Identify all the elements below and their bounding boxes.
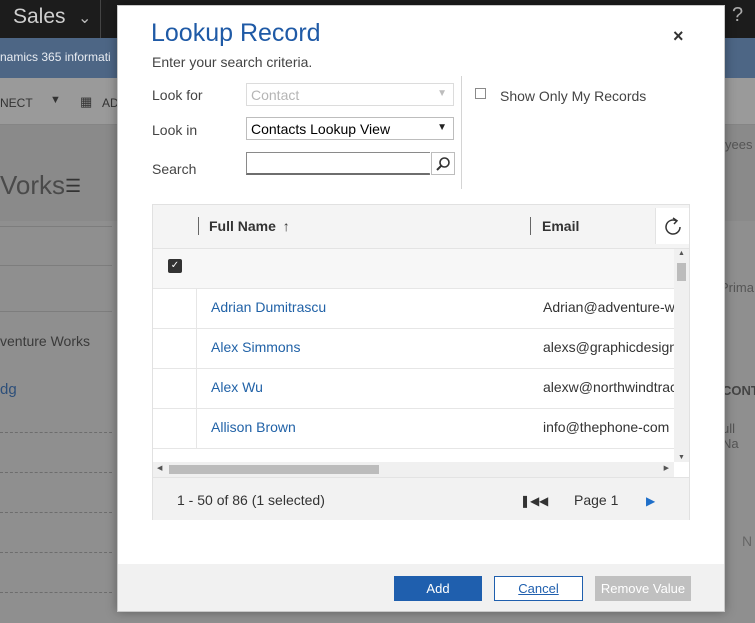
close-icon[interactable]: × (673, 26, 684, 47)
email-cell: alexs@graphicdesign (543, 339, 674, 355)
page-heading: Vorks (0, 170, 66, 200)
connect-command[interactable]: NECT (0, 96, 33, 110)
chevron-down-icon: ▼ (437, 122, 447, 133)
sort-ascending-icon: ↑ (282, 218, 290, 234)
cancel-button[interactable]: Cancel (494, 576, 583, 601)
background-label: Prima (720, 280, 754, 295)
select-all-row: ✓ (153, 249, 674, 289)
background-label: ull Na (722, 421, 739, 451)
divider (0, 512, 112, 513)
first-page-icon[interactable]: ❚◀ (520, 494, 539, 508)
full-name-link[interactable]: Allison Brown (211, 419, 296, 435)
look-for-value: Contact (251, 87, 300, 103)
chevron-down-icon[interactable]: ⌄ (78, 8, 91, 28)
row-selector[interactable] (153, 289, 197, 328)
grid-footer: 1 - 50 of 86 (1 selected) ❚◀ ◀ Page 1 ▶ (153, 477, 689, 520)
remove-value-button: Remove Value (595, 576, 691, 601)
background-label: N (742, 533, 753, 549)
search-label: Search (152, 161, 197, 177)
refresh-button[interactable] (655, 208, 689, 244)
table-row[interactable]: Alex Simmons alexs@graphicdesign (153, 329, 674, 369)
full-name-link[interactable]: Alex Simmons (211, 339, 300, 355)
divider (0, 592, 112, 593)
results-grid: Full Name ↑ Email ✓ Adrian Dumitrascu Ad… (152, 204, 690, 520)
scroll-left-icon[interactable]: ◀ (157, 464, 162, 472)
search-button[interactable] (431, 152, 455, 175)
table-row[interactable]: Adrian Dumitrascu Adrian@adventure-w (153, 289, 674, 329)
add-to-queue-icon: ▦ (80, 94, 93, 109)
page-number: Page 1 (574, 492, 619, 508)
grid-header: Full Name ↑ Email (153, 205, 689, 249)
background-section-title: CONT (722, 383, 755, 398)
notification-text: namics 365 informati (0, 50, 111, 64)
search-field[interactable] (246, 152, 431, 175)
scroll-down-icon[interactable]: ▼ (678, 454, 685, 461)
divider (0, 265, 112, 266)
divider (0, 472, 112, 473)
show-only-my-records-label[interactable]: Show Only My Records (500, 88, 646, 104)
previous-page-icon[interactable]: ◀ (539, 494, 548, 508)
refresh-icon (665, 217, 681, 235)
show-only-my-records-checkbox[interactable] (475, 88, 486, 99)
search-icon (436, 156, 450, 171)
column-divider[interactable] (530, 217, 531, 235)
look-for-select: Contact ▼ (246, 83, 454, 106)
scroll-up-icon[interactable]: ▲ (678, 250, 685, 257)
look-in-label: Look in (152, 122, 198, 138)
company-link[interactable]: dg (0, 381, 17, 398)
table-row[interactable]: Allison Brown info@thephone-com (153, 409, 674, 449)
table-row[interactable]: Alex Wu alexw@northwindtrac (153, 369, 674, 409)
email-cell: alexw@northwindtrac (543, 379, 674, 395)
dialog-subtitle: Enter your search criteria. (152, 54, 313, 70)
row-selector[interactable] (153, 409, 197, 448)
look-in-select[interactable]: Contacts Lookup View ▼ (246, 117, 454, 140)
row-selector[interactable] (153, 329, 197, 368)
select-all-checkbox[interactable]: ✓ (168, 259, 182, 273)
scroll-right-icon[interactable]: ▶ (664, 464, 669, 472)
company-name: venture Works (0, 333, 90, 349)
column-divider[interactable] (198, 217, 199, 235)
scrollbar-thumb[interactable] (677, 263, 686, 281)
divider (0, 552, 112, 553)
column-header-email[interactable]: Email (542, 218, 579, 234)
search-input[interactable] (247, 153, 431, 173)
divider (0, 226, 112, 227)
vertical-divider (461, 76, 462, 189)
view-selector-icon[interactable]: ☰ (65, 176, 81, 197)
dialog-footer: Add Cancel Remove Value (118, 564, 724, 611)
email-cell: info@thephone-com (543, 419, 670, 435)
chevron-down-icon[interactable]: ▼ (50, 94, 61, 106)
full-name-link[interactable]: Alex Wu (211, 379, 263, 395)
column-header-label: Full Name (209, 218, 276, 234)
full-name-link[interactable]: Adrian Dumitrascu (211, 299, 326, 315)
chevron-down-icon: ▼ (437, 88, 447, 99)
email-cell: Adrian@adventure-w (543, 299, 674, 315)
lookup-record-dialog: Lookup Record Enter your search criteria… (117, 5, 725, 612)
help-icon[interactable]: ? (732, 4, 743, 27)
app-title[interactable]: Sales (13, 5, 66, 29)
horizontal-scrollbar[interactable]: ◀ ▶ (153, 462, 674, 477)
look-for-label: Look for (152, 87, 203, 103)
add-button[interactable]: Add (394, 576, 482, 601)
top-bar-divider (100, 0, 101, 38)
vertical-scrollbar[interactable]: ▲ ▼ (674, 249, 689, 462)
scrollbar-thumb[interactable] (169, 465, 379, 474)
divider (0, 311, 112, 312)
record-count: 1 - 50 of 86 (1 selected) (177, 492, 325, 508)
background-label: yees (725, 137, 753, 152)
column-header-full-name[interactable]: Full Name ↑ (209, 218, 290, 234)
row-selector[interactable] (153, 369, 197, 408)
look-in-value: Contacts Lookup View (251, 121, 391, 137)
dialog-title: Lookup Record (151, 19, 321, 47)
divider (0, 432, 112, 433)
next-page-icon[interactable]: ▶ (646, 494, 655, 508)
